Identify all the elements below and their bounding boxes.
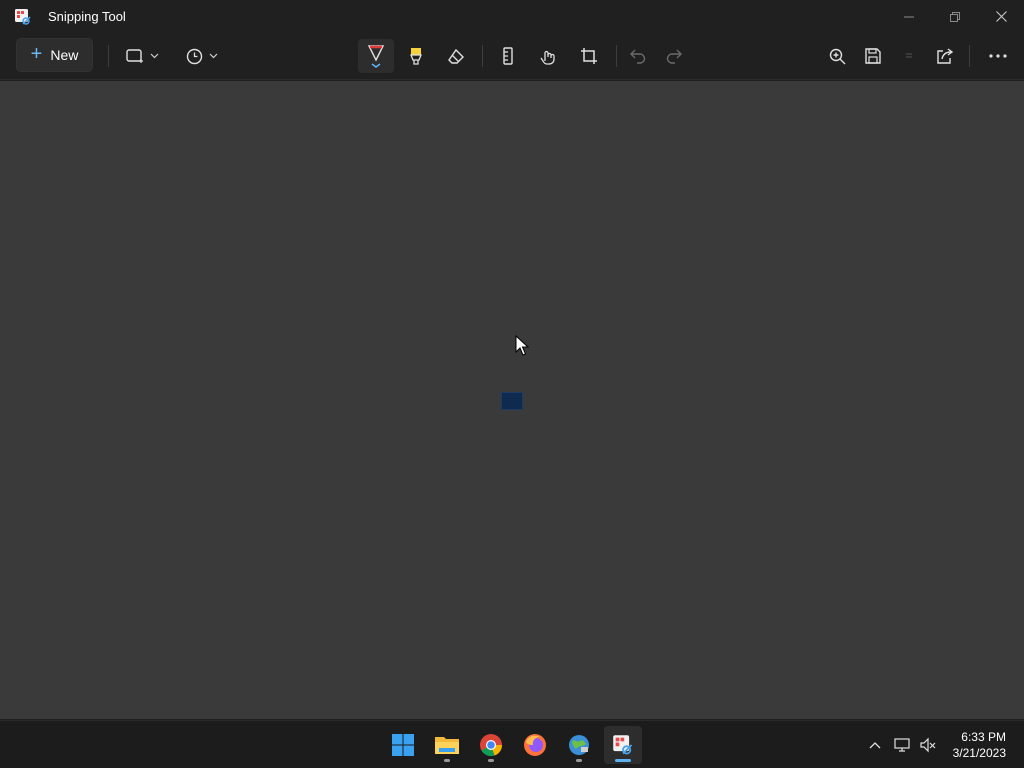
window-title: Snipping Tool — [48, 9, 126, 24]
snipping-tool-taskbar-button[interactable] — [604, 726, 642, 764]
clock-date: 3/21/2023 — [952, 746, 1006, 760]
taskbar-clock[interactable]: 6:33 PM 3/21/2023 — [953, 729, 1006, 761]
more-button[interactable] — [980, 39, 1016, 73]
start-button[interactable] — [384, 726, 422, 764]
share-button[interactable] — [927, 39, 963, 73]
close-icon — [995, 11, 1007, 22]
file-explorer-taskbar-button[interactable] — [428, 726, 466, 764]
copy-button[interactable] — [891, 39, 927, 73]
rectangle-snip-icon — [125, 49, 143, 63]
undo-icon — [630, 49, 646, 64]
share-icon — [937, 48, 954, 64]
eraser-icon — [448, 48, 464, 64]
windows-logo-icon — [392, 734, 414, 756]
redo-button[interactable] — [656, 39, 692, 73]
ballpoint-pen-icon — [367, 45, 385, 68]
chrome-taskbar-button[interactable] — [472, 726, 510, 764]
touch-writing-button[interactable] — [530, 39, 566, 73]
close-button[interactable] — [978, 0, 1024, 33]
folder-icon — [435, 737, 459, 754]
chevron-up-icon — [869, 742, 881, 749]
restore-icon — [950, 11, 960, 22]
minimize-button[interactable] — [886, 0, 932, 33]
plus-icon: + — [30, 43, 43, 65]
toolbar: + New — [0, 33, 1024, 80]
running-indicator — [444, 759, 450, 762]
restore-button[interactable] — [932, 0, 978, 33]
control-panel-taskbar-button[interactable] — [560, 726, 598, 764]
highlighter-button[interactable] — [398, 39, 434, 73]
toolbar-divider — [969, 45, 970, 67]
redo-icon — [666, 49, 682, 64]
mouse-cursor-icon — [515, 335, 529, 356]
more-icon — [989, 54, 1007, 58]
copy-icon — [906, 53, 912, 58]
volume-muted-icon — [920, 737, 936, 753]
touch-writing-icon — [540, 50, 555, 65]
toolbar-divider — [616, 45, 617, 67]
title-bar: Snipping Tool — [0, 0, 1024, 33]
toolbar-divider — [108, 45, 109, 67]
chevron-down-icon — [209, 53, 218, 59]
active-indicator — [615, 759, 631, 762]
eraser-button[interactable] — [438, 39, 474, 73]
show-hidden-icons-button[interactable] — [863, 733, 887, 757]
firefox-icon — [524, 734, 546, 756]
network-icon — [894, 738, 910, 752]
firefox-taskbar-button[interactable] — [516, 726, 554, 764]
new-button-label: New — [50, 47, 79, 63]
toolbar-divider — [482, 45, 483, 67]
snipping-tool-icon — [14, 8, 32, 26]
highlighter-icon — [410, 48, 422, 65]
zoom-icon — [829, 48, 845, 64]
control-panel-icon — [569, 735, 589, 755]
zoom-button[interactable] — [819, 39, 855, 73]
snipped-image — [501, 392, 523, 410]
save-button[interactable] — [855, 39, 891, 73]
snipping-tool-icon — [613, 735, 633, 755]
clock-icon — [186, 48, 203, 64]
running-indicator — [488, 759, 494, 762]
crop-icon — [581, 48, 597, 64]
snip-canvas[interactable] — [0, 81, 1024, 719]
crop-button[interactable] — [571, 39, 607, 73]
running-indicator — [576, 759, 582, 762]
ballpoint-pen-button[interactable] — [358, 39, 394, 73]
clock-time: 6:33 PM — [961, 730, 1006, 744]
volume-button[interactable] — [916, 733, 940, 757]
taskbar: 6:33 PM 3/21/2023 — [0, 720, 1024, 768]
chrome-icon — [480, 734, 503, 757]
save-icon — [865, 48, 881, 64]
delay-dropdown[interactable] — [182, 39, 222, 73]
ruler-icon — [503, 47, 513, 65]
ruler-button[interactable] — [490, 39, 526, 73]
minimize-icon — [904, 16, 914, 17]
chevron-down-icon — [150, 53, 158, 59]
undo-button[interactable] — [620, 39, 656, 73]
snip-mode-dropdown[interactable] — [122, 39, 162, 73]
new-button[interactable]: + New — [16, 38, 93, 72]
network-status-button[interactable] — [890, 733, 914, 757]
